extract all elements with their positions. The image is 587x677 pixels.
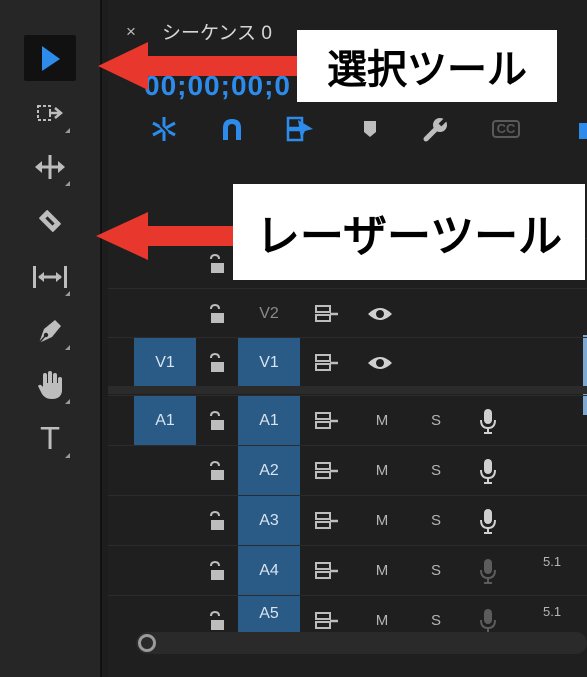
lock-icon[interactable] xyxy=(206,289,228,338)
track-row-v2: V2 xyxy=(108,288,587,338)
track-row-a3: A3 M S xyxy=(108,495,587,545)
track-name-a1[interactable]: A1 xyxy=(238,396,300,445)
arrow-to-razor-tool xyxy=(96,212,236,260)
eye-icon[interactable] xyxy=(365,338,395,387)
source-patch-v1[interactable]: V1 xyxy=(134,338,196,387)
track-name-a4[interactable]: A4 xyxy=(238,546,300,595)
ripple-edit-tool[interactable] xyxy=(24,144,76,190)
mute-button[interactable]: M xyxy=(372,446,392,495)
hand-icon xyxy=(38,371,62,399)
microphone-icon[interactable] xyxy=(478,446,498,495)
tool-group-indicator xyxy=(65,128,70,133)
mute-button[interactable]: M xyxy=(372,546,392,595)
magnet-icon[interactable] xyxy=(216,115,248,143)
selection-tool-callout: 選択ツール xyxy=(297,30,557,102)
sync-lock-icon[interactable] xyxy=(314,289,340,338)
tool-group-indicator xyxy=(65,345,70,350)
solo-button[interactable]: S xyxy=(426,396,446,445)
scrollbar-handle[interactable] xyxy=(138,634,156,652)
track-row-v1: V1 V1 xyxy=(108,337,587,387)
track-select-tool[interactable] xyxy=(24,91,76,137)
tools-panel: T xyxy=(0,0,102,677)
mute-button[interactable]: M xyxy=(372,396,392,445)
eye-icon[interactable] xyxy=(365,289,395,338)
razor-blade-icon xyxy=(39,210,61,232)
source-patch-a1[interactable]: A1 xyxy=(134,396,196,445)
channel-format-label: 5.1 xyxy=(543,604,562,619)
lock-icon[interactable] xyxy=(206,546,228,595)
selection-tool[interactable] xyxy=(24,35,76,81)
tool-group-indicator xyxy=(65,453,70,458)
sync-lock-icon[interactable] xyxy=(314,446,340,495)
microphone-icon[interactable] xyxy=(478,546,498,595)
sync-lock-icon[interactable] xyxy=(314,338,340,387)
pen-icon xyxy=(38,320,61,344)
track-row-a4: A4 M S 5.1 xyxy=(108,545,587,595)
track-name-a2[interactable]: A2 xyxy=(238,446,300,495)
slip-tool[interactable] xyxy=(24,254,76,300)
tool-group-indicator xyxy=(65,399,70,404)
marker-icon[interactable] xyxy=(354,115,386,143)
track-name-a3[interactable]: A3 xyxy=(238,496,300,545)
lock-icon[interactable] xyxy=(206,396,228,445)
track-name-a5[interactable]: A5 xyxy=(238,596,300,632)
sync-lock-icon[interactable] xyxy=(314,496,340,545)
solo-button[interactable]: S xyxy=(426,546,446,595)
mute-button[interactable]: M xyxy=(372,496,392,545)
track-row-a2: A2 M S xyxy=(108,445,587,495)
slip-icon xyxy=(33,266,67,288)
track-row-a1: A1 A1 M S xyxy=(108,395,587,445)
wrench-icon[interactable] xyxy=(420,115,452,143)
microphone-icon[interactable] xyxy=(478,396,498,445)
type-icon: T xyxy=(40,421,60,457)
track-name-v1[interactable]: V1 xyxy=(238,338,300,387)
captions-icon[interactable]: CC xyxy=(490,115,522,143)
lock-icon[interactable] xyxy=(206,496,228,545)
video-audio-divider[interactable] xyxy=(108,386,587,394)
arrow-to-selection-tool xyxy=(98,42,300,90)
linked-selection-icon[interactable] xyxy=(284,115,316,143)
tool-group-indicator xyxy=(65,291,70,296)
channel-format-label: 5.1 xyxy=(543,554,562,569)
sync-lock-icon[interactable] xyxy=(314,396,340,445)
lock-icon[interactable] xyxy=(206,338,228,387)
razor-tool[interactable] xyxy=(24,198,76,244)
track-name-v2[interactable]: V2 xyxy=(238,289,300,338)
solo-button[interactable]: S xyxy=(426,446,446,495)
ripple-edit-icon xyxy=(35,155,65,179)
track-select-icon xyxy=(37,105,63,121)
horizontal-zoom-scrollbar[interactable] xyxy=(136,632,587,654)
lock-icon[interactable] xyxy=(206,446,228,495)
hand-tool[interactable] xyxy=(24,362,76,408)
snap-icon[interactable] xyxy=(148,115,180,143)
tool-group-indicator xyxy=(65,181,70,186)
sync-lock-icon[interactable] xyxy=(314,546,340,595)
pen-tool[interactable] xyxy=(24,308,76,354)
solo-button[interactable]: S xyxy=(426,496,446,545)
selection-arrow-icon xyxy=(42,46,60,71)
microphone-icon[interactable] xyxy=(478,496,498,545)
razor-tool-callout: レーザーツール xyxy=(233,184,585,280)
type-tool[interactable]: T xyxy=(24,416,76,462)
